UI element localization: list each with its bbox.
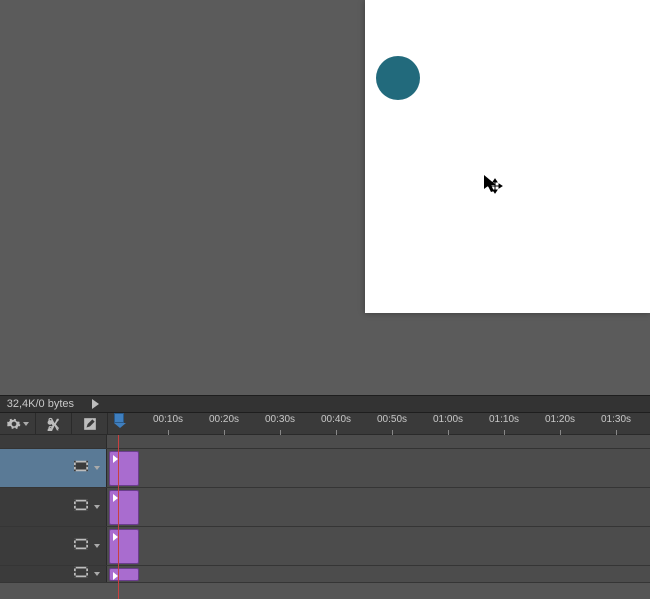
ruler-tick: 01:20s (532, 413, 588, 435)
chevron-down-icon[interactable] (94, 572, 100, 576)
ruler-strip (0, 435, 650, 449)
play-icon[interactable] (92, 399, 99, 409)
cut-button[interactable] (36, 413, 72, 434)
filmstrip-icon (74, 565, 88, 583)
layer-header-gutter (0, 435, 107, 448)
layer-row[interactable] (0, 449, 650, 488)
timeline-panel: 00:10s00:20s00:30s00:40s00:50s01:00s01:1… (0, 413, 650, 583)
layer-label-cell[interactable] (0, 488, 107, 526)
timeline-clip[interactable] (109, 451, 139, 486)
status-info: 32,4K/0 bytes (0, 398, 80, 410)
layer-row[interactable] (0, 566, 650, 583)
playhead[interactable] (114, 413, 124, 423)
timeline-clip[interactable] (109, 568, 139, 581)
scissors-icon (47, 417, 61, 431)
layer-label-cell[interactable] (0, 527, 107, 565)
layer-label-cell[interactable] (0, 566, 107, 582)
layer-row[interactable] (0, 527, 650, 566)
filmstrip-icon (74, 459, 88, 477)
layer-label-cell[interactable] (0, 449, 107, 487)
chevron-down-icon[interactable] (94, 466, 100, 470)
status-bar: 32,4K/0 bytes (0, 395, 650, 413)
playhead-line (118, 435, 119, 599)
filmstrip-icon (74, 498, 88, 516)
ruler-tick: 01:30s (588, 413, 644, 435)
ruler-tick: 01:10s (476, 413, 532, 435)
ruler-tick: 01:00s (420, 413, 476, 435)
timeline-header: 00:10s00:20s00:30s00:40s00:50s01:00s01:1… (0, 413, 650, 435)
layer-track[interactable] (107, 449, 650, 487)
ruler-tick: 00:20s (196, 413, 252, 435)
ruler-tick: 00:10s (140, 413, 196, 435)
ruler-strip-track[interactable] (107, 435, 650, 448)
ruler-tick: 00:30s (252, 413, 308, 435)
pencil-icon (83, 417, 97, 431)
gear-icon (7, 417, 21, 431)
timeline-clip[interactable] (109, 529, 139, 564)
chevron-down-icon[interactable] (94, 544, 100, 548)
chevron-down-icon[interactable] (94, 505, 100, 509)
layer-track[interactable] (107, 488, 650, 526)
layer-track[interactable] (107, 527, 650, 565)
stage-area (0, 0, 650, 395)
timeline-tracks (0, 435, 650, 583)
ruler-tick: 00:40s (308, 413, 364, 435)
layer-track[interactable] (107, 566, 650, 582)
timeline-clip[interactable] (109, 490, 139, 525)
edit-button[interactable] (72, 413, 108, 434)
filmstrip-icon (74, 537, 88, 555)
layer-row[interactable] (0, 488, 650, 527)
ruler-tick: 00:50s (364, 413, 420, 435)
stage-circle-shape[interactable] (376, 56, 420, 100)
timeline-ruler[interactable]: 00:10s00:20s00:30s00:40s00:50s01:00s01:1… (108, 413, 650, 434)
canvas[interactable] (365, 0, 650, 313)
settings-button[interactable] (0, 413, 36, 434)
